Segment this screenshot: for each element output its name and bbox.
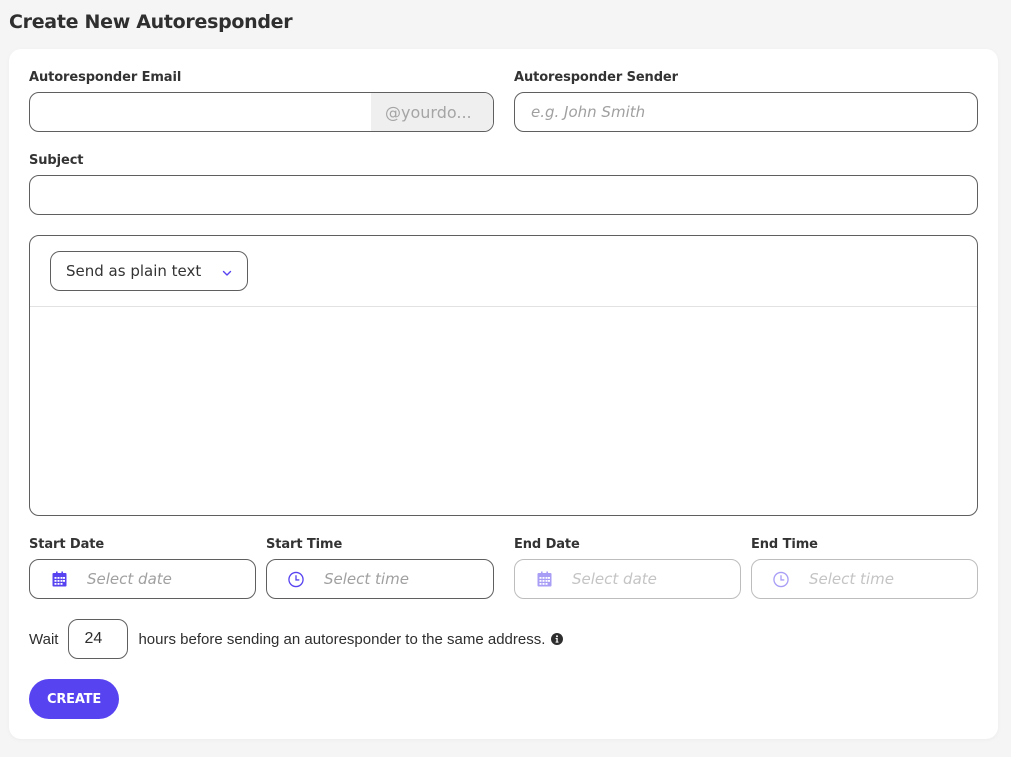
editor-toolbar: Send as plain text [30, 236, 977, 307]
start-time-label: Start Time [266, 537, 343, 552]
start-time-input[interactable] [304, 560, 493, 598]
end-time-field-wrapper [751, 559, 978, 599]
subject-label: Subject [29, 153, 84, 168]
end-time-label: End Time [751, 537, 818, 552]
end-time-input[interactable] [789, 560, 977, 598]
end-date-field-wrapper [514, 559, 741, 599]
start-date-label: Start Date [29, 537, 105, 552]
chevron-down-icon [221, 265, 233, 277]
wait-suffix: hours before sending an autoresponder to… [138, 630, 546, 648]
format-select-value: Send as plain text [66, 262, 202, 280]
start-date-input[interactable] [67, 560, 255, 598]
start-time-field-wrapper [266, 559, 494, 599]
email-field[interactable] [30, 93, 371, 131]
wait-hours-input[interactable] [68, 619, 129, 659]
create-button[interactable]: CREATE [29, 679, 119, 719]
info-icon[interactable] [551, 633, 564, 645]
wait-row: Wait hours before sending an autorespond… [29, 619, 564, 659]
end-date-label: End Date [514, 537, 580, 552]
message-editor: Send as plain text [29, 235, 978, 516]
page-title: Create New Autoresponder [9, 11, 293, 33]
message-body-input[interactable] [30, 307, 977, 515]
format-select[interactable]: Send as plain text [50, 251, 248, 291]
clock-icon [288, 571, 304, 587]
calendar-icon [51, 571, 67, 587]
calendar-icon [536, 571, 552, 587]
wait-prefix: Wait [29, 630, 59, 648]
email-label: Autoresponder Email [29, 70, 182, 85]
sender-field-wrapper [514, 92, 978, 132]
autoresponder-form-card: Autoresponder Email @yourdo... Autorespo… [9, 49, 998, 739]
sender-label: Autoresponder Sender [514, 70, 678, 85]
email-domain-suffix: @yourdo... [371, 93, 493, 131]
sender-field[interactable] [515, 93, 977, 131]
start-date-field-wrapper [29, 559, 256, 599]
email-field-wrapper: @yourdo... [29, 92, 494, 132]
subject-field[interactable] [30, 176, 977, 214]
clock-icon [773, 571, 789, 587]
end-date-input[interactable] [552, 560, 740, 598]
subject-field-wrapper [29, 175, 978, 215]
